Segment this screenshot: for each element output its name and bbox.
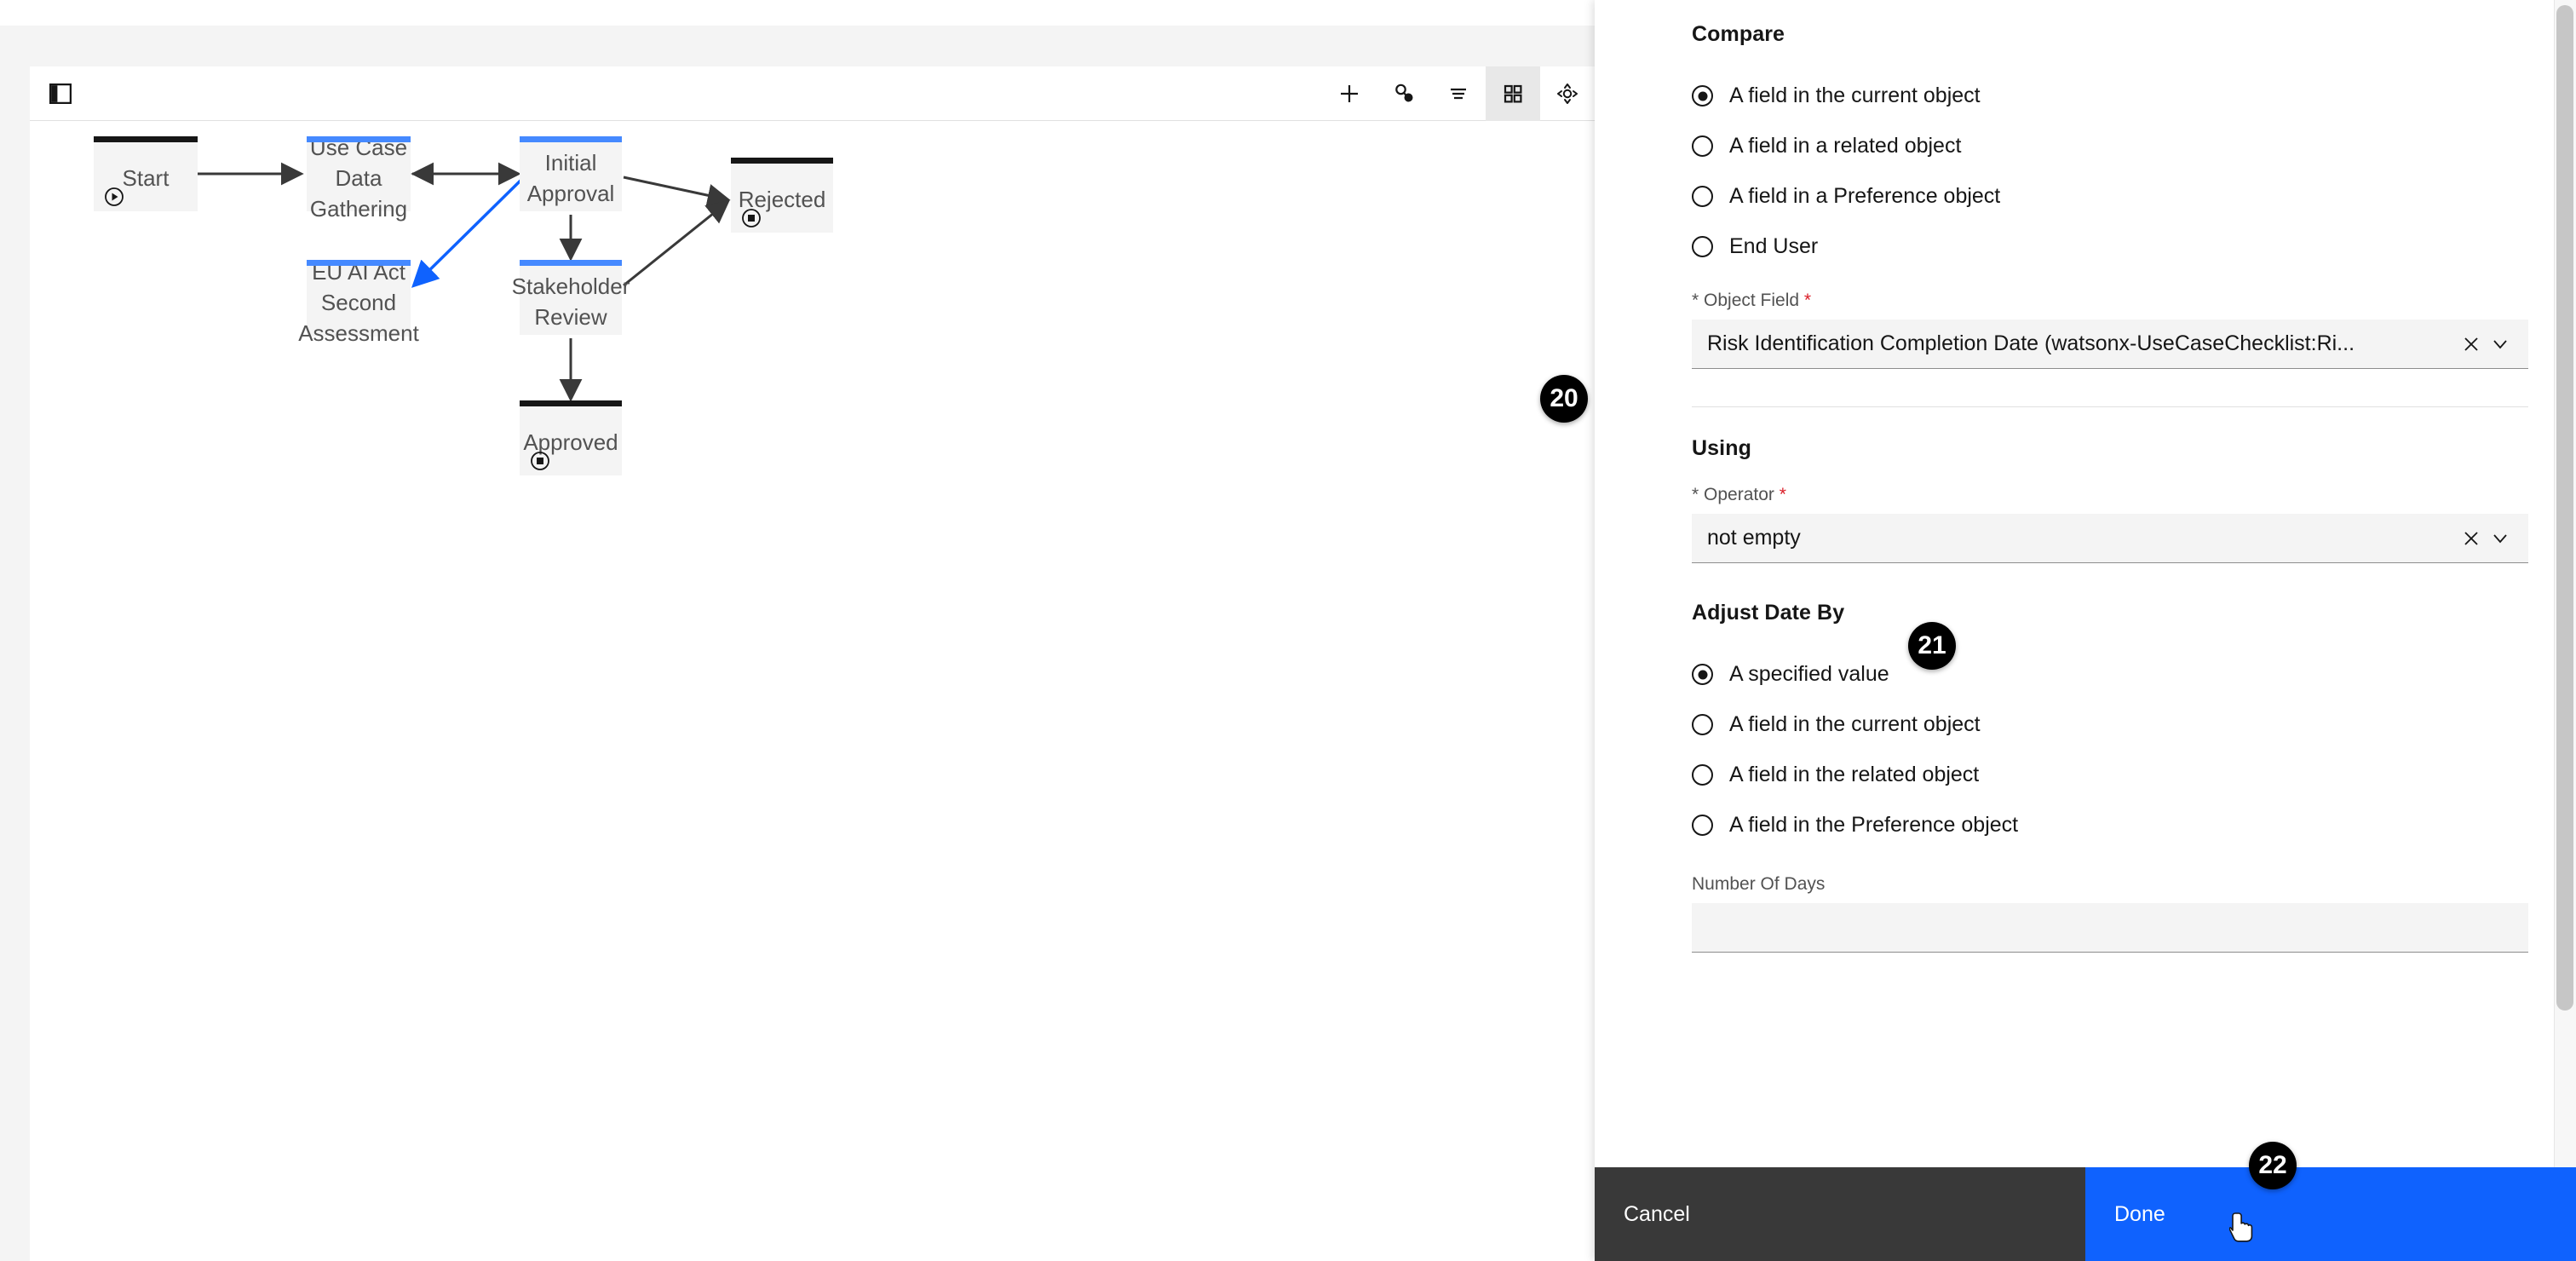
radio-mark xyxy=(1692,714,1713,735)
condition-side-panel: Compare A field in the current object A … xyxy=(1595,0,2576,1261)
compare-radio-group: A field in the current object A field in… xyxy=(1692,71,2528,272)
object-field-label-text: Object Field xyxy=(1704,291,1800,310)
section-divider xyxy=(1692,406,2528,407)
center-move-icon[interactable] xyxy=(1540,66,1595,121)
operator-value: not empty xyxy=(1707,526,1801,550)
adjust-radio-current-object[interactable]: A field in the current object xyxy=(1692,700,2528,750)
stop-circle-icon xyxy=(530,448,550,470)
object-field-required-star: * xyxy=(1803,291,1812,310)
adjust-date-by-radio-group: A specified value A field in the current… xyxy=(1692,649,2528,850)
diagram-node-approved[interactable]: Approved xyxy=(520,400,622,475)
operator-field-label: * Operator * xyxy=(1692,485,2528,505)
object-field-label: * Object Field * xyxy=(1692,291,2528,311)
top-white-strip xyxy=(0,0,1595,26)
cancel-button[interactable]: Cancel xyxy=(1595,1167,2085,1261)
radio-mark xyxy=(1692,186,1713,207)
adjust-radio-related-object[interactable]: A field in the related object xyxy=(1692,750,2528,800)
node-accent-bar xyxy=(731,158,833,164)
chevron-down-icon[interactable] xyxy=(2486,330,2515,359)
operator-required-prefix: * xyxy=(1692,485,1699,504)
connection-node-icon[interactable] xyxy=(1377,66,1431,121)
node-accent-bar xyxy=(307,260,411,266)
compare-section-title: Compare xyxy=(1692,22,1785,46)
node-label: Initial Approval xyxy=(526,150,615,206)
object-field-select[interactable]: Risk Identification Completion Date (wat… xyxy=(1692,320,2528,369)
panel-scrollbar[interactable] xyxy=(2554,0,2576,1167)
compare-radio-current-object[interactable]: A field in the current object xyxy=(1692,71,2528,121)
radio-label: A field in a Preference object xyxy=(1729,184,2001,208)
sidebar-panel-icon[interactable] xyxy=(45,78,76,109)
object-field-required-prefix: * xyxy=(1692,291,1699,310)
diagram-node-start[interactable]: Start xyxy=(94,136,198,211)
node-label: Start xyxy=(122,165,170,191)
number-of-days-label: Number Of Days xyxy=(1692,874,1826,894)
step-marker-22: 22 xyxy=(2249,1142,2297,1189)
adjust-date-by-section-title: Adjust Date By xyxy=(1692,601,1845,625)
diagram-node-use-case-data-gathering[interactable]: Use Case Data Gathering xyxy=(307,135,411,222)
radio-label: A field in the related object xyxy=(1729,763,1980,786)
operator-select[interactable]: not empty xyxy=(1692,514,2528,563)
toolbar-button-group xyxy=(1322,66,1595,121)
radio-label: A field in the current object xyxy=(1729,83,1981,107)
diagram-node-eu-ai-act-second-assessment[interactable]: EU AI Act Second Assessment xyxy=(298,259,419,346)
screen-root: Start Use Case Data Gathering Initial Ap… xyxy=(0,0,2576,1261)
object-field-value: Risk Identification Completion Date (wat… xyxy=(1707,331,2355,355)
adjust-radio-specified-value[interactable]: A specified value xyxy=(1692,649,2528,700)
node-accent-bar xyxy=(94,136,198,142)
diagram-edges xyxy=(198,162,731,402)
radio-label: End User xyxy=(1729,234,1819,258)
node-label: Use Case Data Gathering xyxy=(309,135,408,222)
operator-label-text: Operator xyxy=(1704,485,1774,504)
step-marker-20: 20 xyxy=(1540,375,1588,423)
diagram-app-region: Start Use Case Data Gathering Initial Ap… xyxy=(0,0,1595,1261)
close-x-icon[interactable] xyxy=(2457,330,2486,359)
node-accent-bar xyxy=(307,136,411,142)
done-button[interactable]: Done xyxy=(2085,1167,2576,1261)
node-accent-bar xyxy=(520,260,622,266)
node-label: Stakeholder Review xyxy=(511,274,630,330)
plus-icon[interactable] xyxy=(1322,66,1377,121)
chevron-down-icon[interactable] xyxy=(2486,524,2515,553)
workflow-canvas[interactable]: Start Use Case Data Gathering Initial Ap… xyxy=(30,121,1595,1261)
step-marker-21: 21 xyxy=(1908,622,1956,670)
adjust-radio-preference-object[interactable]: A field in the Preference object xyxy=(1692,800,2528,850)
close-x-icon[interactable] xyxy=(2457,524,2486,553)
panel-footer: Cancel Done xyxy=(1595,1167,2576,1261)
diagram-node-initial-approval[interactable]: Initial Approval xyxy=(520,136,622,211)
number-of-days-input[interactable] xyxy=(1692,903,2528,953)
radio-mark xyxy=(1692,85,1713,107)
node-label: EU AI Act Second Assessment xyxy=(298,259,419,346)
diagram-toolbar xyxy=(30,66,1595,121)
compare-radio-related-object[interactable]: A field in a related object xyxy=(1692,121,2528,171)
radio-label: A field in the current object xyxy=(1729,712,1981,736)
list-lines-icon[interactable] xyxy=(1431,66,1486,121)
node-accent-bar xyxy=(520,400,622,406)
radio-mark xyxy=(1692,764,1713,786)
operator-required-star: * xyxy=(1779,485,1786,504)
play-circle-icon xyxy=(104,184,124,206)
stop-circle-icon xyxy=(741,205,762,227)
grid-four-squares-icon[interactable] xyxy=(1486,66,1540,121)
radio-mark xyxy=(1692,236,1713,257)
radio-mark xyxy=(1692,135,1713,157)
diagram-node-rejected[interactable]: Rejected xyxy=(731,158,833,233)
diagram-node-stakeholder-review[interactable]: Stakeholder Review xyxy=(512,260,630,335)
compare-radio-preference-object[interactable]: A field in a Preference object xyxy=(1692,171,2528,222)
radio-label: A field in the Preference object xyxy=(1729,813,2019,837)
panel-scroll-body[interactable]: Compare A field in the current object A … xyxy=(1595,0,2576,1167)
radio-mark xyxy=(1692,815,1713,836)
panel-scrollbar-thumb[interactable] xyxy=(2556,5,2573,1011)
left-gutter xyxy=(0,26,30,1261)
compare-radio-end-user[interactable]: End User xyxy=(1692,222,2528,272)
radio-label: A field in a related object xyxy=(1729,134,1962,158)
radio-mark xyxy=(1692,664,1713,685)
using-section-title: Using xyxy=(1692,436,1751,460)
radio-label: A specified value xyxy=(1729,662,1889,686)
node-accent-bar xyxy=(520,136,622,142)
